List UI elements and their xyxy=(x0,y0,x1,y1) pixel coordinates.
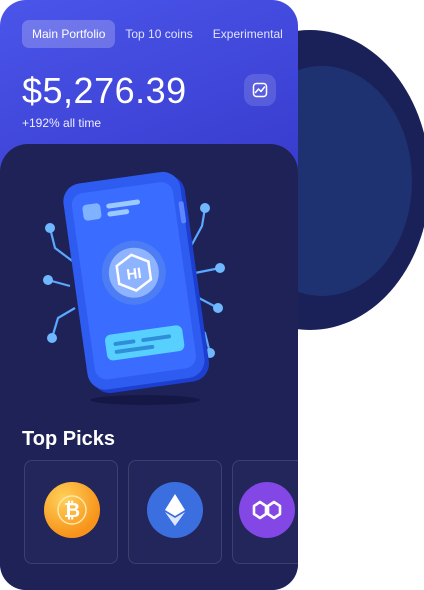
tab-experimental[interactable]: Experimental xyxy=(203,20,293,48)
portfolio-balance: $5,276.39 xyxy=(22,70,187,111)
ethereum-icon xyxy=(147,482,203,538)
portfolio-tabs: Main Portfolio Top 10 coins Experimental xyxy=(22,20,293,48)
bitcoin-icon: ₿ xyxy=(44,482,100,538)
chart-button[interactable] xyxy=(244,74,276,106)
top-picks-title: Top Picks xyxy=(22,428,115,450)
tab-main-portfolio[interactable]: Main Portfolio xyxy=(22,20,116,48)
svg-text:₿: ₿ xyxy=(64,500,80,522)
tab-top-10-coins[interactable]: Top 10 coins xyxy=(115,20,202,48)
phone-screen: Main Portfolio Top 10 coins Experimental… xyxy=(0,0,298,590)
portfolio-change: +192% all time xyxy=(22,116,102,130)
chart-icon xyxy=(252,82,268,98)
phone-crypto-icon: HI xyxy=(43,171,225,405)
emblem-text: HI xyxy=(125,265,142,284)
polygon-icon xyxy=(239,482,295,538)
